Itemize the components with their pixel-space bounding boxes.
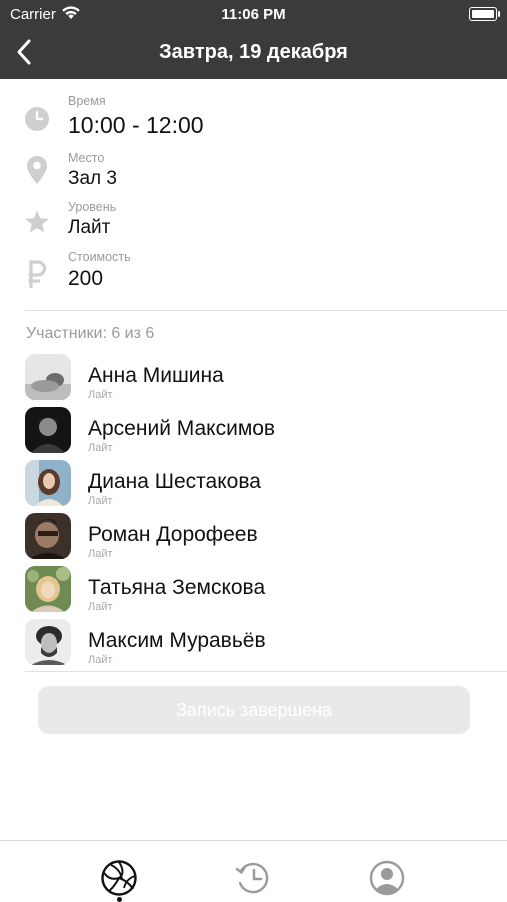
detail-value: 200 [68, 267, 104, 290]
participant-name: Максим Муравьёв [88, 629, 266, 652]
participant-level: Лайт [88, 389, 113, 401]
chevron-left-icon [17, 39, 31, 65]
navigation-bar: Carrier 11:06 PM Завтра, 19 декабря [0, 0, 507, 79]
status-bar: Carrier 11:06 PM [0, 0, 507, 28]
participant-level: Лайт [88, 548, 113, 560]
divider [25, 310, 507, 311]
profile-icon [369, 860, 405, 896]
tab-history[interactable] [234, 859, 274, 899]
participant-level: Лайт [88, 654, 113, 666]
avatar [25, 619, 71, 665]
participant-name: Анна Мишина [88, 364, 224, 387]
detail-label: Уровень [68, 200, 117, 214]
page-title: Завтра, 19 декабря [159, 41, 348, 63]
avatar [25, 354, 71, 400]
tab-profile[interactable] [368, 859, 408, 899]
divider [25, 671, 507, 672]
participant-name: Татьяна Земскова [88, 576, 266, 599]
detail-label: Место [68, 151, 105, 165]
participant-row[interactable]: Роман Дорофеев Лайт [0, 513, 507, 563]
participants-count: Участники: 6 из 6 [26, 325, 155, 342]
tab-games[interactable] [100, 859, 140, 899]
detail-value: 10:00 - 12:00 [68, 112, 204, 138]
detail-label: Время [68, 94, 106, 108]
participant-level: Лайт [88, 442, 113, 454]
history-clock-icon [235, 862, 269, 894]
participant-row[interactable]: Максим Муравьёв Лайт [0, 619, 507, 669]
battery-icon [469, 7, 500, 21]
avatar [25, 460, 71, 506]
location-pin-icon [26, 155, 48, 190]
participant-level: Лайт [88, 495, 113, 507]
ruble-icon [27, 260, 47, 295]
clock-icon [24, 106, 50, 137]
status-time: 11:06 PM [221, 6, 286, 23]
avatar [25, 513, 71, 559]
participant-row[interactable]: Анна Мишина Лайт [0, 354, 507, 404]
detail-label: Стоимость [68, 250, 131, 264]
participant-name: Диана Шестакова [88, 470, 261, 493]
registration-closed-button[interactable]: Запись завершена [38, 686, 470, 734]
detail-value: Зал 3 [68, 168, 117, 189]
participant-row[interactable]: Диана Шестакова Лайт [0, 460, 507, 510]
participant-name: Роман Дорофеев [88, 523, 258, 546]
volleyball-icon [101, 860, 137, 896]
participant-level: Лайт [88, 601, 113, 613]
avatar [25, 407, 71, 453]
detail-value: Лайт [68, 217, 111, 238]
back-button[interactable] [12, 38, 40, 66]
participant-name: Арсений Максимов [88, 417, 276, 440]
avatar [25, 566, 71, 612]
tab-bar [0, 840, 507, 902]
star-icon [24, 209, 50, 240]
participant-row[interactable]: Татьяна Земскова Лайт [0, 566, 507, 616]
participant-row[interactable]: Арсений Максимов Лайт [0, 407, 507, 457]
